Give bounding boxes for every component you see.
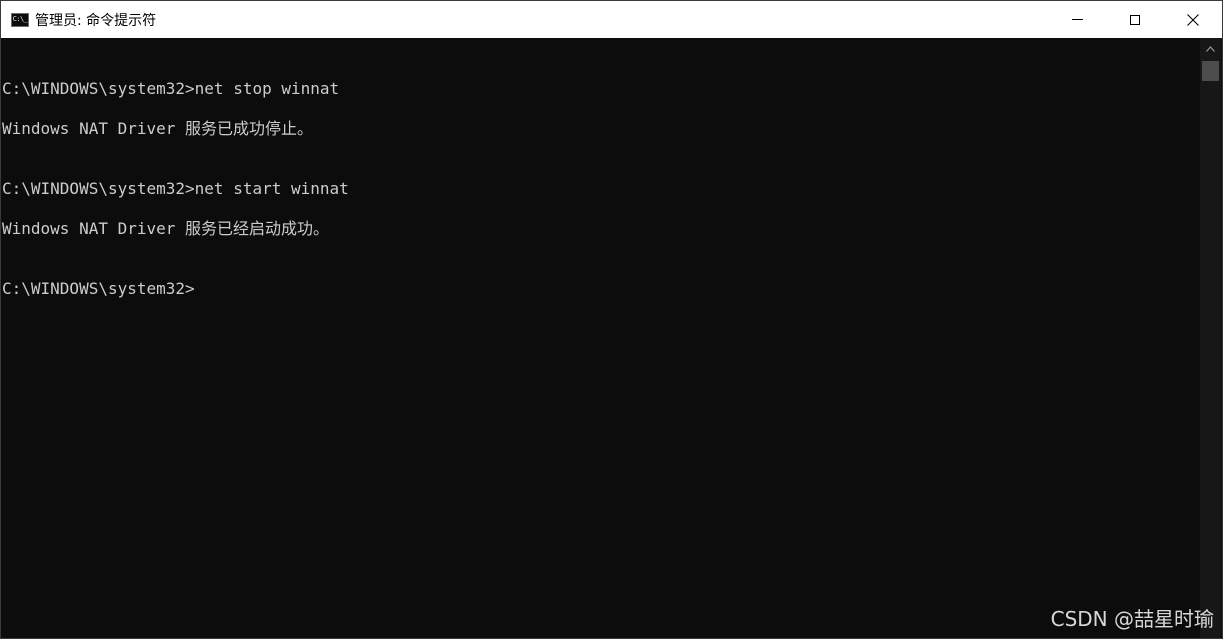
scroll-up-button[interactable] [1200,41,1221,57]
console-line: Windows NAT Driver 服务已经启动成功。 [2,219,330,238]
watermark-text: CSDN @喆星时瑜 [1050,607,1214,631]
console-line: C:\WINDOWS\system32>net stop winnat [2,79,340,98]
console-line: C:\WINDOWS\system32>net start winnat [2,179,349,198]
scrollbar-thumb[interactable] [1202,61,1219,81]
close-button[interactable] [1164,1,1222,38]
maximize-icon [1130,14,1140,25]
window-title: 管理员: 命令提示符 [35,12,157,29]
chevron-up-icon [1206,46,1215,52]
console-line: Windows NAT Driver 服务已成功停止。 [2,119,314,138]
maximize-button[interactable] [1106,1,1164,38]
title-bar[interactable]: C:\_ 管理员: 命令提示符 [1,1,1222,38]
console-output-area[interactable]: C:\WINDOWS\system32>net stop winnat Wind… [1,38,1200,638]
console-app-icon-text: C:\_ [12,15,28,23]
console-prompt-line: C:\WINDOWS\system32> [2,279,195,298]
close-icon [1187,13,1199,26]
minimize-icon [1071,19,1083,20]
cmd-window: C:\_ 管理员: 命令提示符 C:\WINDOWS\system32>net … [0,0,1223,639]
minimize-button[interactable] [1048,1,1106,38]
vertical-scrollbar[interactable] [1200,38,1221,638]
console-app-icon[interactable]: C:\_ [11,12,29,27]
window-controls [1048,1,1222,38]
